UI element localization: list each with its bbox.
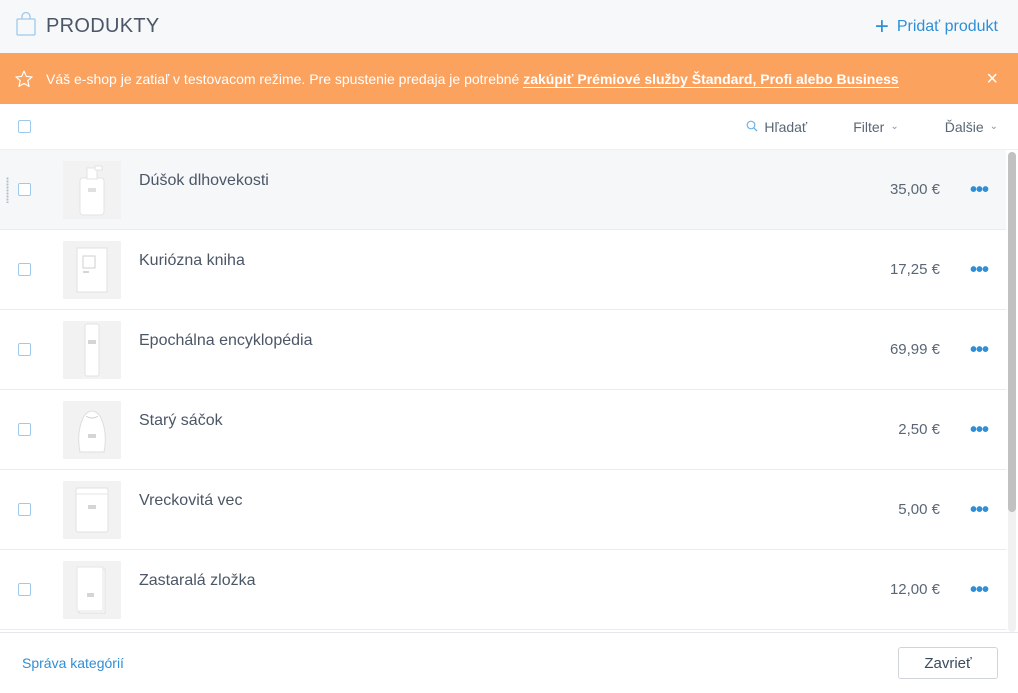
list-toolbar: Hľadať Filter ⌄ Ďalšie ⌄ [0,104,1018,150]
more-actions-icon[interactable]: ••• [970,180,989,200]
header: PRODUKTY + Pridať produkt [0,0,1018,53]
product-thumbnail[interactable] [63,320,121,379]
test-mode-banner: Váš e-shop je zatiaľ v testovacom režime… [0,53,1018,104]
shopping-bag-icon [16,11,36,41]
product-name[interactable]: Dúšok dlhovekosti [139,172,890,190]
page-title: PRODUKTY [46,15,160,37]
product-name[interactable]: Vreckovitá vec [139,492,898,510]
table-row[interactable]: Dúšok dlhovekosti 35,00 € ••• [0,150,1006,230]
row-checkbox[interactable] [18,183,31,196]
search-icon [746,119,758,135]
table-row[interactable]: Kuriózna kniha 17,25 € ••• [0,230,1006,310]
product-name[interactable]: Epochálna encyklopédia [139,332,890,350]
row-checkbox[interactable] [18,263,31,276]
product-name[interactable]: Kuriózna kniha [139,252,890,270]
more-actions-icon[interactable]: ••• [970,580,989,600]
product-price: 2,50 € [898,421,940,438]
row-checkbox[interactable] [18,343,31,356]
product-name[interactable]: Zastaralá zložka [139,572,890,590]
more-actions-icon[interactable]: ••• [970,340,989,360]
close-button[interactable]: Zavrieť [898,647,998,679]
product-thumbnail[interactable] [63,240,121,299]
search-button[interactable]: Hľadať [746,119,807,135]
product-price: 17,25 € [889,261,940,278]
plus-icon: + [874,12,889,40]
more-dropdown[interactable]: Ďalšie ⌄ [945,119,998,135]
chevron-down-icon: ⌄ [989,121,998,132]
more-actions-icon[interactable]: ••• [970,260,989,280]
sack-image [78,410,106,452]
scrollbar-thumb[interactable] [1008,152,1016,512]
table-row[interactable]: Vreckovitá vec 5,00 € ••• [0,470,1006,550]
products-panel: PRODUKTY + Pridať produkt Váš e-shop je … [0,0,1018,693]
row-checkbox[interactable] [18,423,31,436]
add-product-label: Pridať produkt [896,17,998,35]
header-left: PRODUKTY [16,11,160,41]
footer: Správa kategórií Zavrieť [0,632,1018,693]
filter-label: Filter [853,118,885,135]
manage-categories-link[interactable]: Správa kategórií [22,655,124,671]
product-price: 35,00 € [889,181,940,198]
star-icon [14,69,34,89]
product-price: 12,00 € [889,581,940,598]
select-all-checkbox[interactable] [18,120,31,133]
banner-message: Váš e-shop je zatiaľ v testovacom režime… [46,70,524,87]
product-thumbnail[interactable] [63,160,121,219]
product-thumbnail[interactable] [63,400,121,459]
tube-image [84,323,100,376]
product-thumbnail[interactable] [63,480,121,539]
table-row[interactable]: Epochálna encyklopédia 69,99 € ••• [0,310,1006,390]
chevron-down-icon: ⌄ [890,121,899,132]
close-icon[interactable]: × [986,69,998,89]
drag-handle[interactable] [6,177,9,203]
product-thumbnail[interactable] [63,560,121,619]
book-image [76,247,108,292]
banner-text: Váš e-shop je zatiaľ v testovacom režime… [46,70,974,88]
list-scrollbar[interactable] [1008,152,1016,632]
more-actions-icon[interactable]: ••• [970,420,989,440]
search-label: Hľadať [764,118,808,135]
product-price: 69,99 € [889,341,940,358]
add-product-button[interactable]: + Pridať produkt [874,12,998,40]
row-checkbox[interactable] [18,583,31,596]
product-name[interactable]: Starý sáčok [139,412,898,430]
premium-services-link[interactable]: zakúpiť Prémiové služby Štandard, Profi … [523,70,899,88]
pouch-image [75,487,109,532]
row-checkbox[interactable] [18,503,31,516]
table-row[interactable]: Starý sáčok 2,50 € ••• [0,390,1006,470]
bottle-image [79,165,105,215]
filter-dropdown[interactable]: Filter ⌄ [853,119,899,135]
folder-image [76,566,106,613]
product-list: Dúšok dlhovekosti 35,00 € ••• Kuriózna k… [0,150,1018,632]
product-price: 5,00 € [898,501,940,518]
more-label: Ďalšie [944,118,984,135]
more-actions-icon[interactable]: ••• [970,500,989,520]
table-row[interactable]: Zastaralá zložka 12,00 € ••• [0,550,1006,630]
